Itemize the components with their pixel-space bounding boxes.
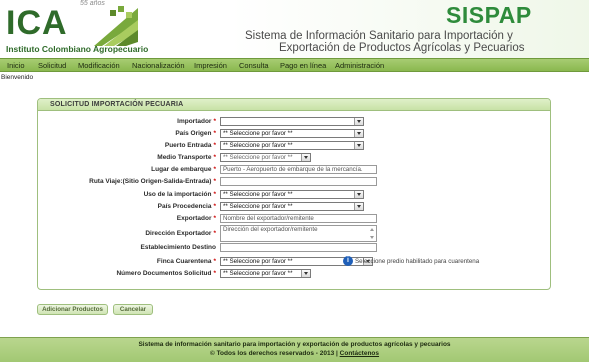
add-products-button[interactable]: Adicionar Productos	[37, 304, 108, 315]
ica-subtitle: Instituto Colombiano Agropecuario	[6, 44, 149, 54]
exportador-label: Exportador *	[176, 215, 216, 222]
puerto-entrada-label-row: Puerto Entrada *	[38, 142, 216, 152]
menu-item-solicitud[interactable]: Solicitud	[38, 60, 66, 72]
app-description-line2: Exportación de Productos Agrícolas y Pec…	[279, 42, 525, 54]
menu-item-consulta[interactable]: Consulta	[239, 60, 269, 72]
anniversary-badge: 55 años	[80, 0, 105, 7]
importador-label-row: Importador *	[38, 118, 216, 128]
establecimiento-destino-input[interactable]	[220, 243, 377, 252]
uso-importacion-select[interactable]: ** Seleccione por favor **	[220, 190, 364, 199]
numero-documentos-select[interactable]: ** Seleccione por favor **	[220, 269, 311, 278]
pais-procedencia-label: País Procedencia *	[157, 203, 216, 210]
cancel-button[interactable]: Cancelar	[113, 304, 153, 315]
chevron-down-icon[interactable]	[354, 118, 363, 125]
menu-item-pago-en-linea[interactable]: Pago en línea	[280, 60, 326, 72]
lugar-embarque-label: Lugar de embarque *	[151, 166, 216, 173]
welcome-text: Bienvenido	[1, 74, 34, 81]
header: ICA 55 años Instituto Colombiano Agropec…	[0, 0, 589, 58]
import-request-form: SOLICITUD IMPORTACIÓN PECUARIA Importado…	[37, 98, 551, 290]
medio-transporte-label: Medio Transporte *	[157, 154, 216, 161]
ica-logo-mark	[94, 6, 138, 46]
app-title: SISPAP	[446, 2, 532, 28]
ica-logo[interactable]: ICA	[6, 4, 68, 42]
importador-label: Importador *	[177, 118, 216, 125]
lugar-embarque-input[interactable]: Puerto - Aeropuerto de embarque de la me…	[220, 165, 377, 174]
copyright-text: © Todos los derechos reservados - 2013 |	[209, 350, 338, 357]
pais-procedencia-label-row: País Procedencia *	[38, 203, 216, 213]
direccion-exportador-label: Dirección Exportador *	[145, 230, 216, 237]
ruta-viaje-input[interactable]	[220, 177, 377, 186]
numero-documentos-label-row: Número Documentos Solicitud *	[38, 270, 216, 280]
contact-link[interactable]: Contáctenos	[340, 350, 379, 357]
medio-transporte-select[interactable]: ** Seleccione por favor **	[220, 153, 311, 162]
pais-origen-label: País Origen *	[175, 130, 216, 137]
pais-procedencia-select[interactable]: ** Seleccione por favor **	[220, 202, 364, 211]
footer-description: Sistema de información sanitario para im…	[138, 341, 451, 348]
finca-cuarentena-info-text: Seleccione predio habilitado para cuaren…	[355, 258, 480, 265]
menu-item-inicio[interactable]: Inicio	[7, 60, 25, 72]
puerto-entrada-label: Puerto Entrada *	[164, 142, 216, 149]
chevron-down-icon[interactable]	[301, 154, 310, 161]
menu-item-impresion[interactable]: Impresión	[194, 60, 227, 72]
form-title: SOLICITUD IMPORTACIÓN PECUARIA	[50, 101, 184, 108]
info-icon[interactable]: i	[343, 256, 353, 266]
exportador-label-row: Exportador *	[38, 215, 216, 225]
app-description-line1: Sistema de Información Sanitario para Im…	[245, 30, 513, 42]
menu-item-administracion[interactable]: Administración	[335, 60, 384, 72]
main-menu: Inicio Solicitud Modificación Nacionaliz…	[0, 58, 589, 72]
lugar-embarque-label-row: Lugar de embarque *	[38, 166, 216, 176]
chevron-down-icon[interactable]	[354, 130, 363, 137]
finca-cuarentena-info: i Seleccione predio habilitado para cuar…	[38, 256, 550, 267]
puerto-entrada-select[interactable]: ** Seleccione por favor **	[220, 141, 364, 150]
establecimiento-destino-label: Establecimiento Destino	[140, 244, 217, 251]
uso-importacion-label-row: Uso de la importación *	[38, 191, 216, 201]
importador-select[interactable]	[220, 117, 364, 126]
chevron-down-icon[interactable]	[354, 203, 363, 210]
establecimiento-destino-label-row: Establecimiento Destino	[38, 244, 217, 254]
menu-item-nacionalizacion[interactable]: Nacionalización	[132, 60, 185, 72]
numero-documentos-label: Número Documentos Solicitud *	[116, 270, 216, 277]
chevron-down-icon[interactable]	[301, 270, 310, 277]
direccion-exportador-textarea[interactable]: Dirección del exportador/remitente	[220, 225, 377, 242]
chevron-down-icon[interactable]	[354, 142, 363, 149]
direccion-exportador-label-row: Dirección Exportador *	[38, 230, 216, 240]
footer: Sistema de información sanitario para im…	[0, 337, 589, 362]
menu-item-modificacion[interactable]: Modificación	[78, 60, 120, 72]
uso-importacion-label: Uso de la importación *	[143, 191, 216, 198]
scroll-arrows-icon[interactable]	[370, 227, 375, 240]
pais-origen-select[interactable]: ** Seleccione por favor **	[220, 129, 364, 138]
ruta-viaje-label-row: Ruta Viaje:(Sitio Origen-Salida-Entrada)…	[38, 178, 216, 188]
form-header: SOLICITUD IMPORTACIÓN PECUARIA	[38, 99, 550, 111]
ruta-viaje-label: Ruta Viaje:(Sitio Origen-Salida-Entrada)…	[89, 178, 216, 185]
chevron-down-icon[interactable]	[354, 191, 363, 198]
footer-copyright: © Todos los derechos reservados - 2013 |…	[0, 350, 589, 357]
exportador-input[interactable]: Nombre del exportador/remitente	[220, 214, 377, 223]
pais-origen-label-row: País Origen *	[38, 130, 216, 140]
medio-transporte-label-row: Medio Transporte *	[38, 154, 216, 164]
